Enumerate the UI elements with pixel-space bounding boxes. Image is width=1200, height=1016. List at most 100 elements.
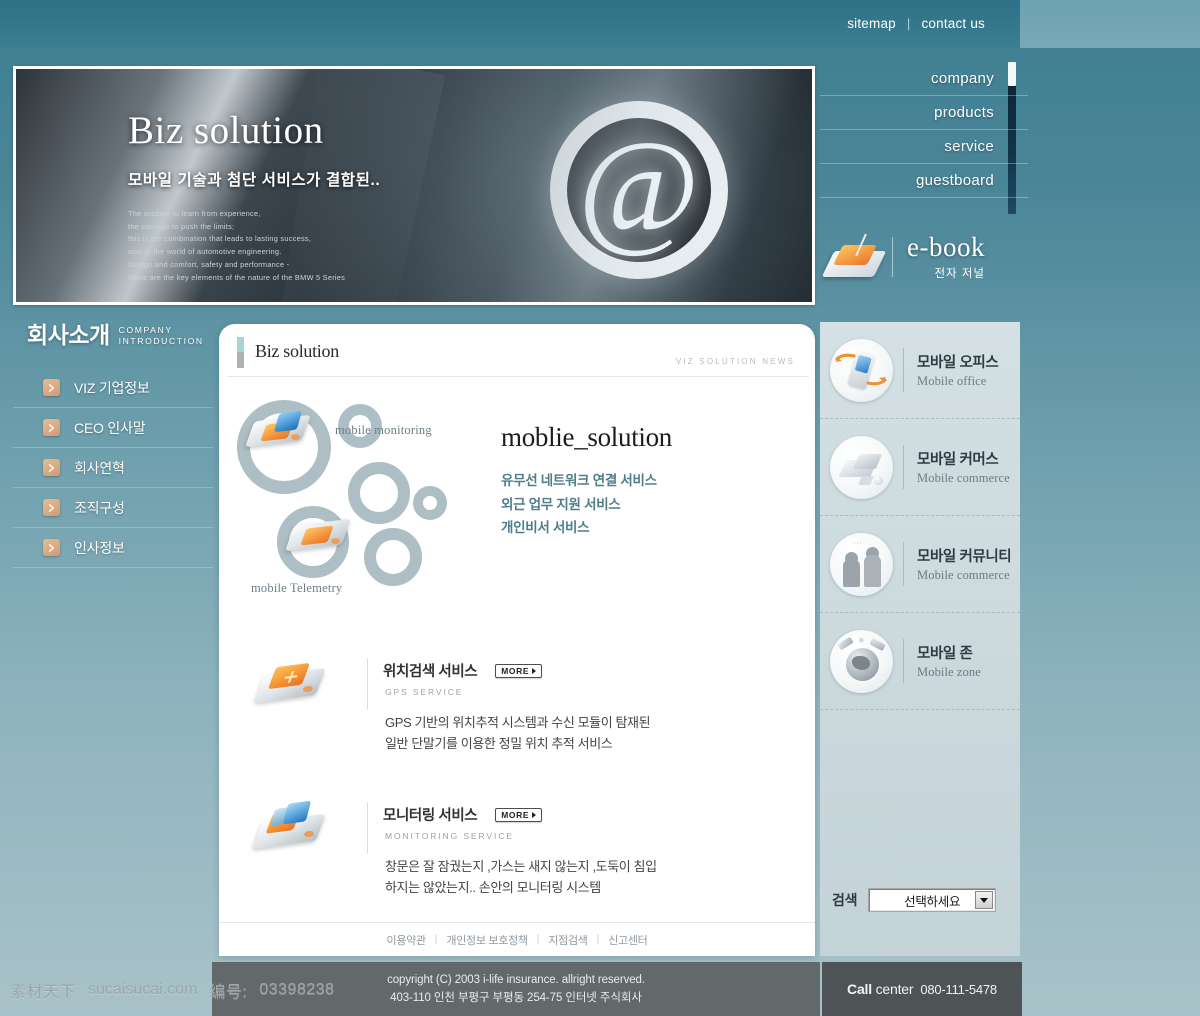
nav-item-service[interactable]: service: [820, 130, 1028, 164]
solution-feature-list: 유무선 네트워크 연결 서비스 외근 업무 지원 서비스 개인비서 서비스: [501, 469, 672, 540]
left-sidebar-heading-en-line1: COMPANY: [118, 324, 173, 335]
hero-paragraph-line: The wisdom to learn from experience,: [128, 209, 261, 218]
more-button-gps[interactable]: MORE: [495, 663, 543, 678]
service-description: 창문은 잘 잠궜는지 ,가스는 새지 않는지 ,도둑이 침입 하지는 않았는지.…: [385, 856, 657, 898]
hero-banner-frame: @ Biz solution 모바일 기술과 첨단 서비스가 결합된.. The…: [13, 66, 815, 305]
page-title: Biz solution: [255, 341, 339, 361]
pda-button: [291, 434, 300, 440]
left-sidebar-heading: 회사소개 COMPANY INTRODUCTION: [13, 316, 213, 350]
bubble-label-telemetry: mobile Telemetry: [251, 581, 343, 595]
monitoring-device-icon: [252, 800, 343, 856]
sidebar-item-hr-info[interactable]: 인사정보: [13, 528, 213, 568]
left-sidebar-heading-en: COMPANY INTRODUCTION: [119, 325, 204, 350]
nav-item-guestboard[interactable]: guestboard: [820, 164, 1028, 198]
pda-button: [331, 538, 340, 544]
solution-feature-item: 개인비서 서비스: [501, 520, 590, 536]
sidebar-item-label: 회사연혁: [74, 459, 125, 476]
hero-paragraph-line: this is the combination that leads to la…: [128, 234, 312, 244]
footer-link-separator: |: [596, 934, 600, 945]
at-symbol-glyph: @: [578, 113, 700, 260]
ebook-text: e-book 전자 저널: [907, 231, 985, 281]
main-content-card: Biz solution VIZ SOLUTION NEWS mobile mo: [219, 324, 815, 956]
top-bar: sitemap | contact us: [0, 0, 1200, 48]
service-description-line: 하지는 않았는지.. 손안의 모니터링 시스템: [385, 880, 601, 896]
promo-item-mobile-zone[interactable]: ✳ 모바일 존 Mobile zone: [820, 613, 1020, 710]
mobile-commerce-icon: [830, 435, 893, 499]
sidebar-item-organization[interactable]: 조직구성: [13, 488, 213, 528]
promo-title-kr: 모바일 커머스: [917, 452, 999, 468]
solution-title: moblie_solution: [501, 422, 673, 452]
hero-paragraph: The wisdom to learn from experience, the…: [128, 208, 363, 284]
hero-title: Biz solution: [128, 109, 324, 152]
ebook-banner[interactable]: e-book 전자 저널: [820, 226, 1028, 288]
sidebar-item-label: 조직구성: [74, 499, 125, 516]
promo-divider: [903, 542, 904, 586]
main-nav: company products service guestboard: [820, 62, 1028, 220]
promo-item-mobile-office[interactable]: 모바일 오피스 Mobile office: [820, 322, 1020, 419]
more-button-label: MORE: [501, 665, 530, 676]
promo-text: 모바일 커머스 Mobile commerce: [917, 448, 1010, 486]
bubble-tiny: [413, 486, 447, 520]
nav-item-company[interactable]: company: [820, 62, 1028, 96]
chevron-down-glyph: [980, 897, 989, 903]
footer-link-report-center[interactable]: 신고센터: [608, 932, 648, 948]
solution-section: mobile monitoring mobile Telemetry mobli…: [219, 390, 815, 620]
promo-title-en: Mobile zone: [917, 665, 981, 679]
bubble-medium: [364, 528, 422, 586]
left-sidebar: 회사소개 COMPANY INTRODUCTION VIZ 기업정보 CEO 인…: [13, 316, 213, 956]
sidebar-item-ceo-greeting[interactable]: CEO 인사말: [13, 408, 213, 448]
footer-link-terms[interactable]: 이용약관: [387, 932, 427, 948]
at-symbol-inner-disc: [567, 118, 711, 262]
left-sidebar-heading-kr: 회사소개: [27, 322, 110, 348]
service-divider: [367, 802, 368, 854]
ebook-divider: [892, 237, 893, 277]
promo-text: 모바일 존 Mobile zone: [917, 642, 981, 680]
utility-nav-separator: |: [906, 16, 911, 31]
more-button-monitoring[interactable]: MORE: [495, 807, 543, 822]
promo-item-mobile-commerce[interactable]: 모바일 커머스 Mobile commerce: [820, 419, 1020, 516]
right-sidebar: 모바일 오피스 Mobile office 모바일 커머스 Mobile com…: [820, 322, 1020, 956]
promo-item-mobile-community[interactable]: ··· 모바일 커뮤니티 Mobile commerce: [820, 516, 1020, 613]
chevron-right-icon: [43, 499, 60, 516]
footer-link-privacy[interactable]: 개인정보 보호정책: [446, 932, 528, 948]
call-center-label: Call center: [847, 981, 913, 997]
service-header: 모니터링 서비스 MORE: [383, 804, 543, 825]
hero-paragraph-line: Design and comfort, safety and performan…: [128, 259, 290, 269]
sidebar-item-label: CEO 인사말: [74, 419, 146, 436]
service-name: 모니터링 서비스: [383, 808, 478, 824]
card-footer-links: 이용약관 | 개인정보 보호정책 | 지점검색 | 신고센터: [219, 922, 815, 956]
sidebar-item-label: 인사정보: [74, 539, 125, 556]
chevron-down-icon[interactable]: [975, 891, 994, 909]
promo-text: 모바일 오피스 Mobile office: [917, 351, 999, 389]
nav-item-label: service: [944, 138, 994, 155]
card-accent-bar: [237, 337, 244, 368]
sidebar-item-company-history[interactable]: 회사연혁: [13, 448, 213, 488]
bubble-medium: [348, 462, 410, 524]
sparkle-icon: ✳: [858, 635, 865, 645]
nav-item-label: guestboard: [915, 172, 994, 189]
contact-us-link[interactable]: contact us: [921, 16, 985, 31]
bubble-label-monitoring: mobile monitoring: [335, 423, 432, 437]
card-header: Biz solution VIZ SOLUTION NEWS: [219, 324, 815, 377]
sidebar-item-viz-company-info[interactable]: VIZ 기업정보: [13, 368, 213, 408]
service-divider: [367, 658, 368, 710]
hero-subtitle: 모바일 기술과 첨단 서비스가 결합된..: [128, 172, 381, 189]
call-center-number: 080-111-5478: [920, 981, 997, 997]
footer-link-branch-search[interactable]: 지점검색: [548, 932, 588, 948]
watermark-code-label: 编号:: [209, 984, 248, 1001]
credit-card-icon: [857, 475, 875, 485]
hero-paragraph-line: the courage to push the limits;: [128, 221, 235, 231]
sitemap-link[interactable]: sitemap: [847, 16, 896, 31]
nav-item-products[interactable]: products: [820, 96, 1028, 130]
service-name-en: GPS SERVICE: [385, 687, 464, 697]
promo-title-en: Mobile office: [917, 374, 987, 388]
chevron-right-icon: [43, 539, 60, 556]
ebook-title: e-book: [907, 231, 985, 262]
card-eyebrow: VIZ SOLUTION NEWS: [675, 357, 795, 366]
search-select-value: 선택하세요: [904, 894, 961, 909]
satellite-panel-icon: [869, 637, 886, 651]
solution-feature-item: 외근 업무 지원 서비스: [501, 496, 621, 512]
left-sidebar-heading-en-line2: INTRODUCTION: [118, 336, 204, 347]
search-select[interactable]: 선택하세요: [868, 888, 997, 912]
arrow-right-icon: [866, 375, 888, 386]
